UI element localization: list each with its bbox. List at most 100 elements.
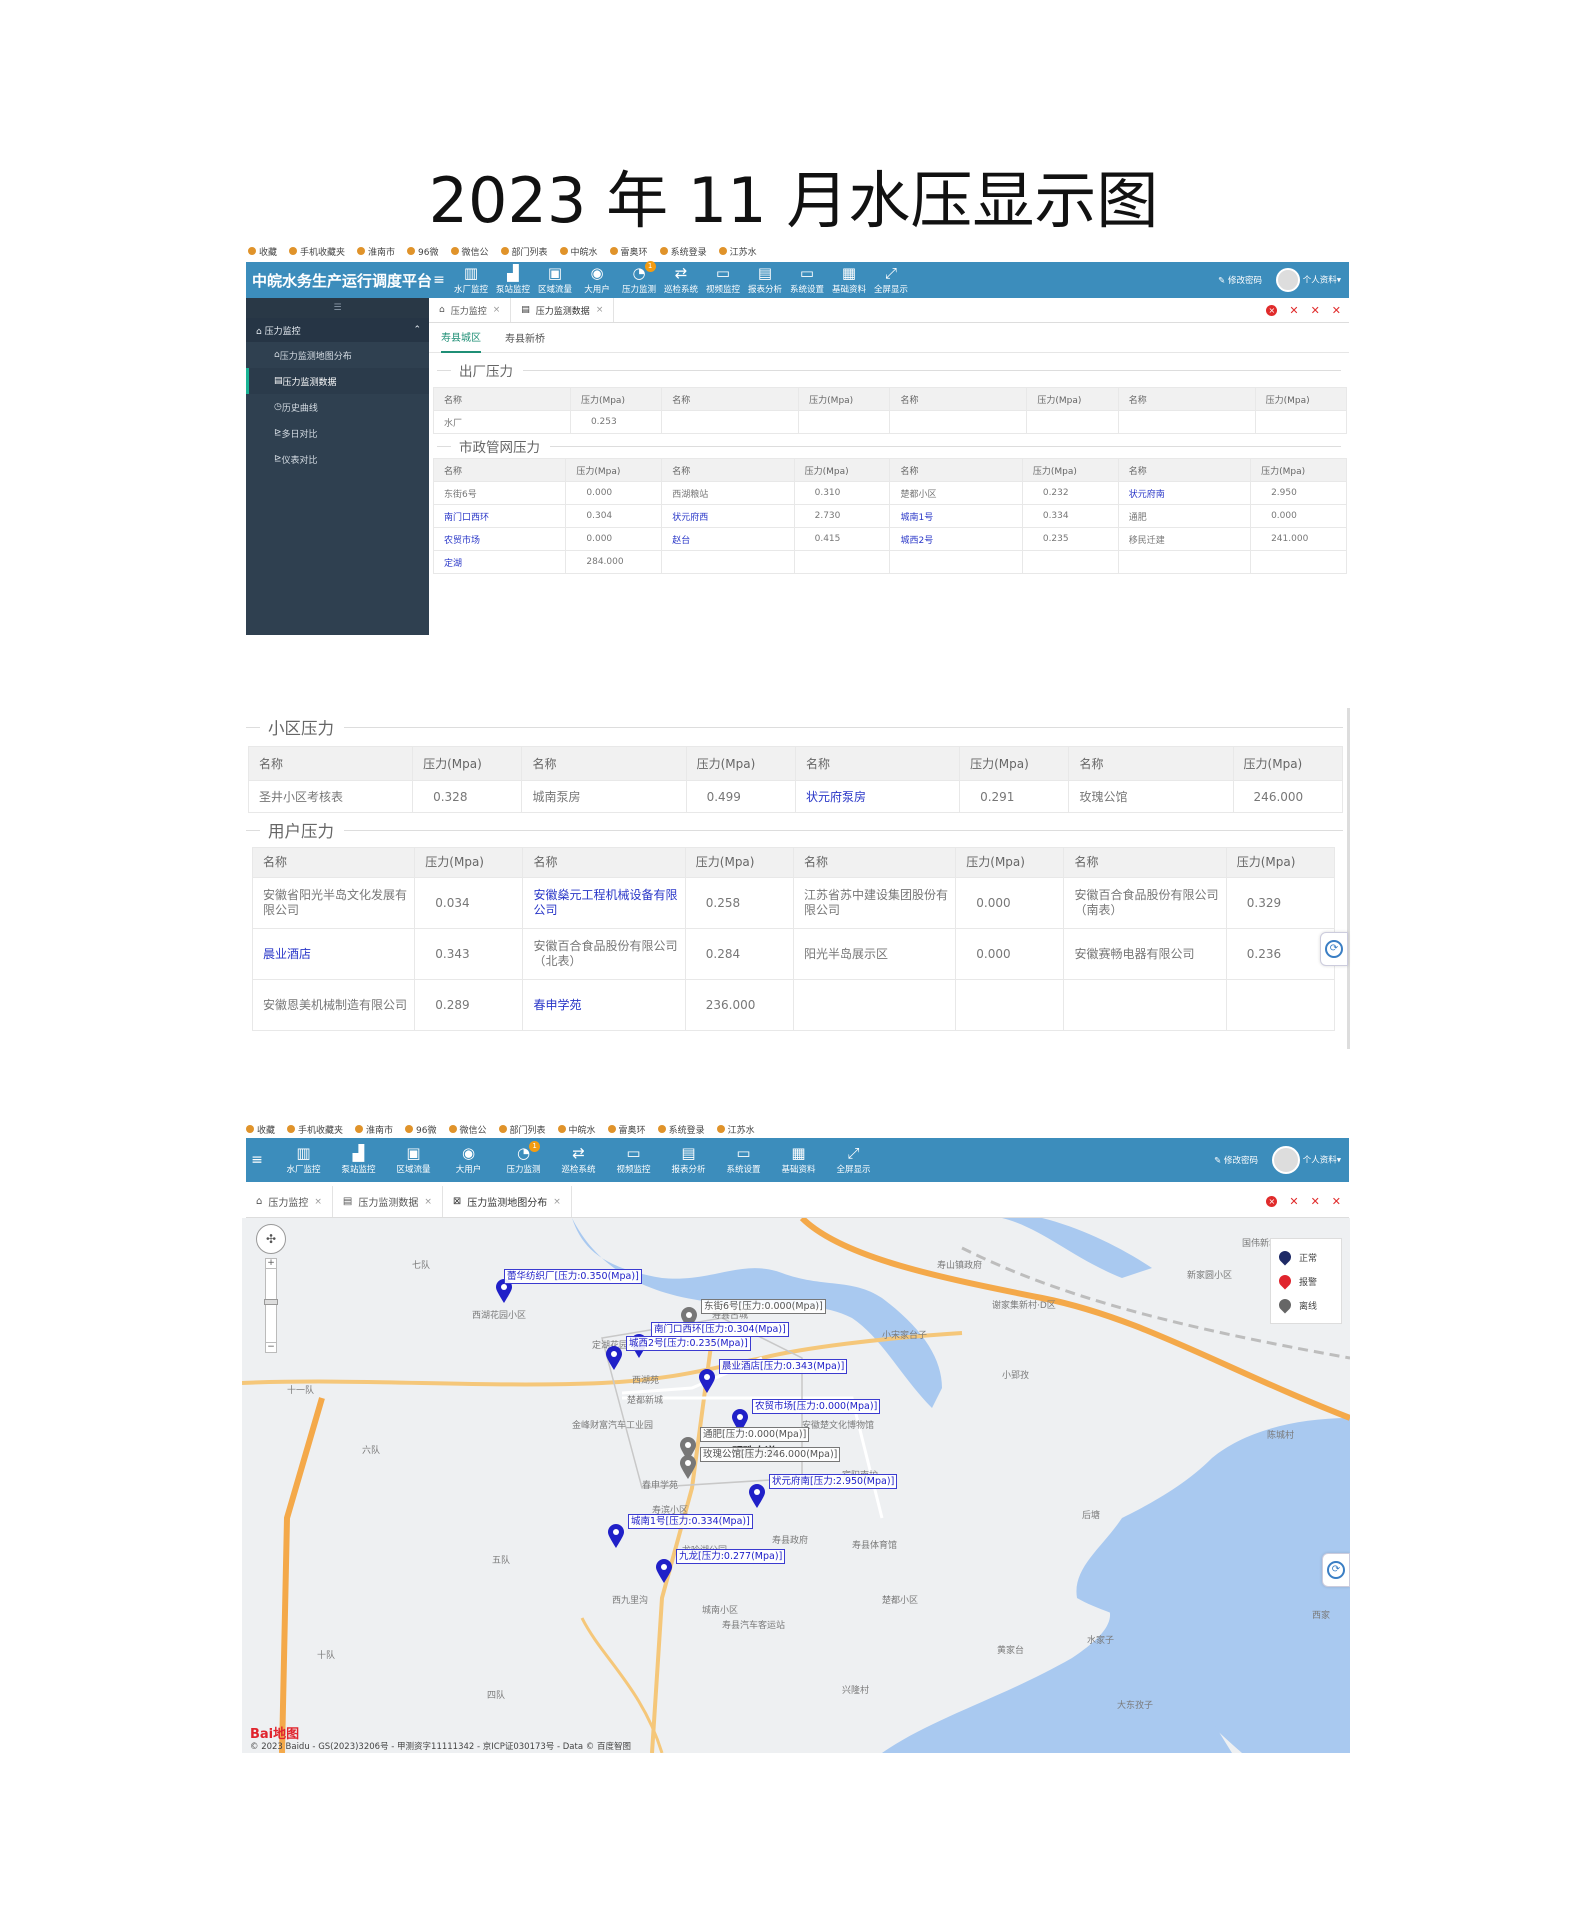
tab-2[interactable]: ▤ 压力监测数据 ×	[333, 1186, 443, 1217]
bookmark-item[interactable]: 部门列表	[500, 245, 548, 258]
sidebar-item-2[interactable]: ▤ 压力监测数据	[246, 368, 429, 394]
station-map-label[interactable]: 东街6号[压力:0.000(Mpa)]	[701, 1299, 826, 1314]
close-all-icon[interactable]: ×	[1266, 1196, 1278, 1207]
station-name[interactable]: 城南1号	[889, 504, 1023, 528]
bookmark-item[interactable]: 江苏水	[718, 245, 757, 258]
station-name[interactable]: 状元府泵房	[794, 780, 961, 813]
station-name[interactable]: 农贸市场	[432, 527, 567, 551]
sidebar-group-pressure[interactable]: ⌂ 压力监控 ⌃	[246, 318, 429, 342]
bookmark-item[interactable]: 淮南市	[357, 245, 395, 258]
change-password-link-2[interactable]: ✎ 修改密码	[1214, 1154, 1258, 1166]
tab-3[interactable]: ⊠ 压力监测地图分布 ×	[443, 1186, 572, 1217]
bookmark-item[interactable]: 96微	[407, 245, 439, 258]
nav-item-factory[interactable]: ▥ 水厂监控	[450, 265, 492, 296]
bookmark-item[interactable]: 微信公	[450, 245, 489, 258]
bookmark-item[interactable]: 收藏	[246, 1124, 275, 1134]
district-tab-1[interactable]: 寿县城区	[441, 323, 481, 353]
zoom-in-icon[interactable]: +	[266, 1259, 276, 1269]
tab-next-icon[interactable]: ✕	[1311, 1195, 1320, 1208]
station-map-label[interactable]: 南门口西环[压力:0.304(Mpa)]	[651, 1322, 789, 1337]
tab-close-icon[interactable]: ×	[553, 1197, 561, 1207]
tab-close-icon[interactable]: ×	[493, 305, 501, 315]
bookmark-item[interactable]: 96微	[405, 1124, 437, 1134]
tab-prev-icon[interactable]: ✕	[1289, 1195, 1298, 1208]
nav-item-gauge[interactable]: ◔ 1 压力监测	[618, 261, 660, 295]
sidebar-item-3[interactable]: ◷ 历史曲线	[246, 394, 429, 420]
nav-item-data[interactable]: ▦ 基础资料	[828, 265, 870, 296]
sidebar-collapse-icon[interactable]: ☰	[246, 298, 429, 318]
tab-close-icon[interactable]: ×	[596, 305, 604, 315]
bookmark-item[interactable]: 系统登录	[657, 1124, 705, 1134]
nav-item-fullscreen[interactable]: ⤢ 全屏显示	[826, 1145, 881, 1176]
pin-normal-icon[interactable]	[748, 1484, 766, 1508]
zoom-out-icon[interactable]: −	[266, 1342, 276, 1352]
nav-item-gauge[interactable]: ◔ 1 压力监测	[496, 1141, 551, 1175]
bookmark-item[interactable]: 收藏	[248, 245, 277, 258]
close-tab-icon[interactable]: ✕	[1332, 304, 1341, 317]
pin-normal-icon[interactable]	[655, 1559, 673, 1583]
nav-item-video[interactable]: ▭ 视频监控	[702, 265, 744, 296]
pin-normal-icon[interactable]	[607, 1524, 625, 1548]
nav-item-pump[interactable]: ▟ 泵站监控	[492, 265, 534, 296]
zoom-thumb[interactable]	[264, 1299, 278, 1305]
nav-item-report[interactable]: ▤ 报表分析	[661, 1145, 716, 1176]
tab-prev-icon[interactable]: ✕	[1289, 304, 1298, 317]
bookmark-item[interactable]: 雷奥环	[609, 245, 648, 258]
nav-item-data[interactable]: ▦ 基础资料	[771, 1145, 826, 1176]
sidebar-item-4[interactable]: ⊵ 多日对比	[246, 420, 429, 446]
station-map-label[interactable]: 通肥[压力:0.000(Mpa)]	[700, 1427, 810, 1442]
pin-normal-icon[interactable]	[605, 1346, 623, 1370]
bookmark-item[interactable]: 中皖水	[559, 245, 598, 258]
bookmark-item[interactable]: 江苏水	[716, 1124, 755, 1134]
floating-tool-button[interactable]: ⟳	[1320, 932, 1348, 966]
bookmark-item[interactable]: 淮南市	[355, 1124, 393, 1134]
tab-close-icon[interactable]: ×	[424, 1197, 432, 1207]
tab-1[interactable]: ⌂ 压力监控 ×	[429, 298, 512, 322]
station-map-label[interactable]: 城西2号[压力:0.235(Mpa)]	[626, 1336, 751, 1351]
station-map-label[interactable]: 城南1号[压力:0.334(Mpa)]	[628, 1514, 753, 1529]
district-tab-2[interactable]: 寿县新桥	[505, 323, 545, 353]
nav-item-user[interactable]: ◉ 大用户	[441, 1145, 496, 1176]
station-map-label[interactable]: 玫瑰公馆[压力:246.000(Mpa)]	[700, 1447, 841, 1462]
sidebar-item-1[interactable]: ⌂ 压力监测地图分布	[246, 342, 429, 368]
nav-item-video[interactable]: ▭ 视频监控	[606, 1145, 661, 1176]
bookmark-item[interactable]: 手机收藏夹	[287, 1124, 343, 1134]
nav-item-patrol[interactable]: ⇄ 巡检系统	[660, 265, 702, 296]
zoom-slider[interactable]: + −	[264, 1258, 278, 1353]
close-all-icon[interactable]: ×	[1266, 304, 1278, 316]
station-map-label[interactable]: 农贸市场[压力:0.000(Mpa)]	[752, 1399, 881, 1414]
station-name[interactable]: 定湖	[432, 550, 567, 574]
nav-item-monitor[interactable]: ▭ 系统设置	[786, 265, 828, 296]
change-password-link[interactable]: ✎ 修改密码	[1218, 274, 1262, 286]
station-map-label[interactable]: 蕾华纺织厂[压力:0.350(Mpa)]	[504, 1269, 642, 1284]
station-map-label[interactable]: 晨业酒店[压力:0.343(Mpa)]	[719, 1359, 848, 1374]
nav-item-report[interactable]: ▤ 报表分析	[744, 265, 786, 296]
nav-item-monitor[interactable]: ▭ 系统设置	[716, 1145, 771, 1176]
pin-normal-icon[interactable]	[698, 1369, 716, 1393]
profile-menu[interactable]: 个人资料▾	[1276, 268, 1341, 292]
menu-toggle-icon[interactable]: ≡	[428, 272, 450, 288]
station-map-label[interactable]: 状元府南[压力:2.950(Mpa)]	[769, 1474, 898, 1489]
pressure-map[interactable]: ✣ + − 七队 西湖花园小区 寿县古城 定湖花园 西湖苑 楚都新城 金峰财富汽车工业园 十一…	[242, 1218, 1350, 1753]
bookmark-item[interactable]: 微信公	[448, 1124, 487, 1134]
bookmark-item[interactable]: 部门列表	[498, 1124, 546, 1134]
nav-item-user[interactable]: ◉ 大用户	[576, 265, 618, 296]
floating-tool-button-2[interactable]: ⟳	[1322, 1553, 1350, 1587]
station-name[interactable]: 南门口西环	[432, 504, 567, 528]
nav-item-fullscreen[interactable]: ⤢ 全屏显示	[870, 265, 912, 296]
nav-item-area-flow[interactable]: ▣ 区域流量	[386, 1145, 441, 1176]
station-name[interactable]: 状元府西	[661, 504, 795, 528]
bookmark-item[interactable]: 手机收藏夹	[289, 245, 345, 258]
tab-2[interactable]: ▤ 压力监测数据 ×	[511, 298, 615, 322]
close-tab-icon[interactable]: ✕	[1332, 1195, 1341, 1208]
tab-next-icon[interactable]: ✕	[1311, 304, 1320, 317]
station-name[interactable]: 状元府南	[1117, 481, 1252, 505]
tab-1[interactable]: ⌂ 压力监控 ×	[246, 1186, 333, 1217]
bookmark-item[interactable]: 系统登录	[659, 245, 707, 258]
pan-control-icon[interactable]: ✣	[256, 1224, 286, 1254]
sidebar-item-5[interactable]: ⊵ 仪表对比	[246, 446, 429, 472]
pin-offline-icon[interactable]	[679, 1455, 697, 1479]
profile-menu-2[interactable]: 个人资料▾	[1272, 1146, 1341, 1174]
station-name[interactable]: 赵台	[661, 527, 795, 551]
station-name[interactable]: 城西2号	[889, 527, 1023, 551]
